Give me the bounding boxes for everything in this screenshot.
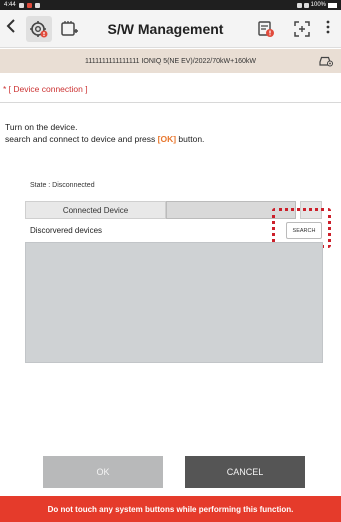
image-icon: [34, 2, 40, 8]
battery-icon: [328, 2, 337, 8]
dtc-alert-icon: [258, 20, 274, 37]
discovered-devices-list[interactable]: [25, 242, 323, 363]
chevron-left-icon: [6, 19, 15, 33]
connected-device-label: Connected Device: [25, 201, 166, 219]
cancel-button[interactable]: CANCEL: [185, 456, 305, 488]
dtc-info-button[interactable]: [253, 16, 279, 42]
status-right: 100%: [296, 2, 337, 8]
instruction-line-2: search and connect to device and press […: [5, 133, 204, 145]
instruction-line-1: Turn on the device.: [5, 122, 78, 132]
warning-banner: Do not touch any system buttons while pe…: [0, 496, 341, 522]
diagnosis-gear-button[interactable]: [26, 15, 52, 42]
page-title: S/W Management: [107, 20, 224, 37]
discovered-devices-label: Discorvered devices: [30, 226, 103, 235]
ok-button[interactable]: OK: [43, 456, 163, 488]
battery-percent: 100%: [310, 2, 326, 8]
toolbar-right: [249, 16, 341, 42]
instruction-line-2-pre: search and connect to device and press: [5, 134, 158, 144]
capture-frame-icon: [294, 20, 310, 37]
notification-icon: [18, 2, 24, 8]
section-divider: [0, 102, 341, 103]
instruction-line-2-post: button.: [176, 134, 205, 144]
screen-capture-button[interactable]: [289, 16, 315, 42]
instruction-ok-highlight: [OK]: [157, 134, 177, 144]
gear-warning-icon: [30, 20, 48, 37]
connection-state: State : Disconnected: [30, 182, 95, 189]
status-bar: 4:44 100%: [0, 0, 341, 10]
back-button[interactable]: [0, 19, 22, 38]
instructions: Turn on the device. search and connect t…: [5, 121, 204, 145]
status-left: 4:44: [4, 2, 40, 8]
ecu-add-button[interactable]: [56, 16, 82, 42]
status-time: 4:44: [4, 2, 16, 8]
dnd-icon: [303, 2, 309, 8]
wifi-icon: [296, 2, 302, 8]
vehicle-settings-button[interactable]: [319, 53, 333, 69]
app-toolbar: S/W Management: [0, 10, 341, 48]
vehicle-info-text: 1111111111111111 IONIQ 5(NE EV)/2022/70k…: [84, 57, 256, 65]
vehicle-info-bar: 1111111111111111 IONIQ 5(NE EV)/2022/70k…: [0, 49, 341, 73]
ecu-plus-icon: [61, 20, 78, 36]
more-menu-button[interactable]: [321, 20, 335, 37]
more-vertical-icon: [326, 20, 330, 34]
section-title: * [ Device connection ]: [3, 84, 88, 94]
app-notification-icon: [26, 2, 32, 8]
car-gear-icon: [319, 56, 333, 67]
